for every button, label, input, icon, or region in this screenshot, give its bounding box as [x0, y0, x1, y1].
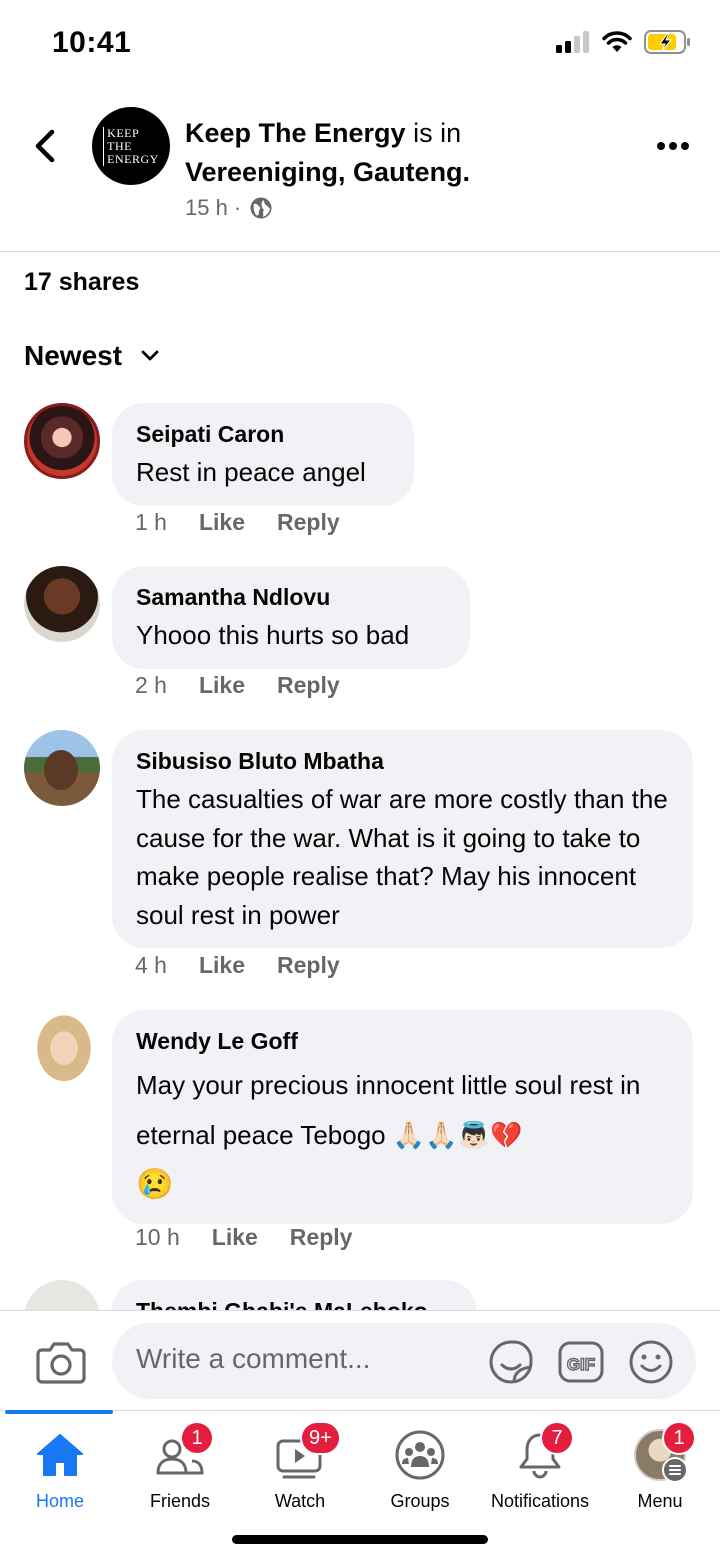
comment-time: 2 h — [135, 672, 167, 698]
post-time: 15 h · — [185, 195, 242, 220]
commenter-avatar[interactable] — [24, 1280, 100, 1310]
battery-icon — [644, 30, 690, 54]
tab-menu[interactable]: 1 Menu — [600, 1411, 720, 1521]
commenter-name[interactable]: Sibusiso Bluto Mbatha — [136, 746, 669, 776]
tab-friends[interactable]: 1 Friends — [120, 1411, 240, 1521]
tab-notifications[interactable]: 7 Notifications — [480, 1411, 600, 1521]
comment-item: Thembi Ghabi'e MaLeboko — [0, 1280, 720, 1310]
home-icon — [37, 1434, 83, 1476]
commenter-name[interactable]: Seipati Caron — [136, 419, 390, 449]
comment-actions: 2 h Like Reply — [135, 672, 340, 699]
page-avatar-logo: KEEP THE ENERGY — [103, 126, 159, 166]
groups-icon — [395, 1430, 445, 1480]
like-button[interactable]: Like — [212, 1224, 258, 1251]
commenter-name[interactable]: Thembi Ghabi'e MaLeboko — [136, 1296, 452, 1310]
comment-bubble[interactable]: Seipati Caron Rest in peace angel — [112, 403, 414, 506]
reply-button[interactable]: Reply — [290, 1224, 353, 1251]
commenter-avatar[interactable] — [24, 730, 100, 806]
comment-actions: 10 h Like Reply — [135, 1224, 352, 1251]
like-button[interactable]: Like — [199, 952, 245, 979]
page-name-link[interactable]: Keep The Energy — [185, 118, 406, 148]
home-indicator[interactable] — [232, 1535, 488, 1544]
wifi-icon — [602, 31, 632, 52]
commenter-avatar[interactable] — [30, 1014, 98, 1090]
comment-text: Rest in peace angel — [136, 457, 366, 487]
sticker-icon[interactable] — [488, 1339, 534, 1385]
gif-icon[interactable]: GIF — [558, 1339, 604, 1385]
signal-icon — [556, 31, 589, 53]
post-title: Keep The Energy is in Vereeniging, Gaute… — [185, 114, 615, 192]
notification-badge: 9+ — [300, 1421, 341, 1455]
comment-actions: 4 h Like Reply — [135, 952, 340, 979]
globe-icon — [250, 197, 272, 219]
shares-count[interactable]: 17 shares — [24, 268, 139, 297]
notification-badge: 1 — [180, 1421, 214, 1455]
menu-icon — [662, 1457, 688, 1483]
sort-label: Newest — [24, 340, 123, 371]
reply-button[interactable]: Reply — [277, 952, 340, 979]
tab-label: Home — [35, 1491, 84, 1511]
comment-text: May your precious innocent little soul r… — [136, 1070, 641, 1201]
status-icons — [556, 30, 692, 54]
commenter-name[interactable]: Samantha Ndlovu — [136, 582, 446, 612]
page-avatar[interactable]: KEEP THE ENERGY — [92, 107, 170, 185]
tab-watch[interactable]: 9+ Watch — [240, 1411, 360, 1521]
location-link[interactable]: Vereeniging, Gauteng. — [185, 157, 470, 187]
commenter-avatar[interactable] — [24, 566, 100, 642]
notification-badge: 1 — [662, 1421, 696, 1455]
like-button[interactable]: Like — [199, 509, 245, 536]
tab-label: Notifications — [490, 1491, 590, 1511]
tab-groups[interactable]: Groups — [360, 1411, 480, 1521]
tab-label: Friends — [149, 1491, 211, 1511]
tab-home[interactable]: Home — [0, 1411, 120, 1521]
commenter-name[interactable]: Wendy Le Goff — [136, 1026, 669, 1056]
svg-text:GIF: GIF — [567, 1355, 595, 1374]
comment-text: The casualties of war are more costly th… — [136, 784, 668, 930]
comment-input-placeholder: Write a comment... — [136, 1343, 371, 1374]
more-options-icon[interactable] — [656, 140, 690, 152]
comment-text: Yhooo this hurts so bad — [136, 620, 410, 650]
comment-sort-dropdown[interactable]: Newest — [24, 340, 160, 372]
like-button[interactable]: Like — [199, 672, 245, 699]
post-header: KEEP THE ENERGY Keep The Energy is in Ve… — [0, 90, 720, 252]
comment-input[interactable]: Write a comment... GIF — [112, 1323, 696, 1399]
comment-composer: Write a comment... GIF — [0, 1310, 720, 1410]
comment-time: 10 h — [135, 1224, 180, 1250]
tab-label: Menu — [637, 1491, 683, 1511]
comment-time: 1 h — [135, 509, 167, 535]
back-icon[interactable] — [26, 126, 66, 166]
comment-bubble[interactable]: Sibusiso Bluto Mbatha The casualties of … — [112, 730, 693, 948]
post-meta: 15 h · — [185, 195, 273, 221]
comment-bubble[interactable]: Samantha Ndlovu Yhooo this hurts so bad — [112, 566, 470, 669]
notification-badge: 7 — [540, 1421, 574, 1455]
status-time: 10:41 — [52, 26, 132, 59]
post-title-connector: is in — [413, 118, 462, 148]
reply-button[interactable]: Reply — [277, 509, 340, 536]
comment-actions: 1 h Like Reply — [135, 509, 340, 536]
camera-icon[interactable] — [36, 1338, 86, 1384]
comment-bubble[interactable]: Wendy Le Goff May your precious innocent… — [112, 1010, 693, 1224]
emoji-icon[interactable] — [628, 1339, 674, 1385]
tab-label: Groups — [390, 1491, 450, 1511]
comment-time: 4 h — [135, 952, 167, 978]
status-bar: 10:41 — [0, 0, 720, 90]
commenter-avatar[interactable] — [24, 403, 100, 479]
reply-button[interactable]: Reply — [277, 672, 340, 699]
chevron-down-icon — [141, 350, 159, 361]
tab-label: Watch — [274, 1491, 326, 1511]
comment-bubble[interactable]: Thembi Ghabi'e MaLeboko — [112, 1280, 476, 1310]
